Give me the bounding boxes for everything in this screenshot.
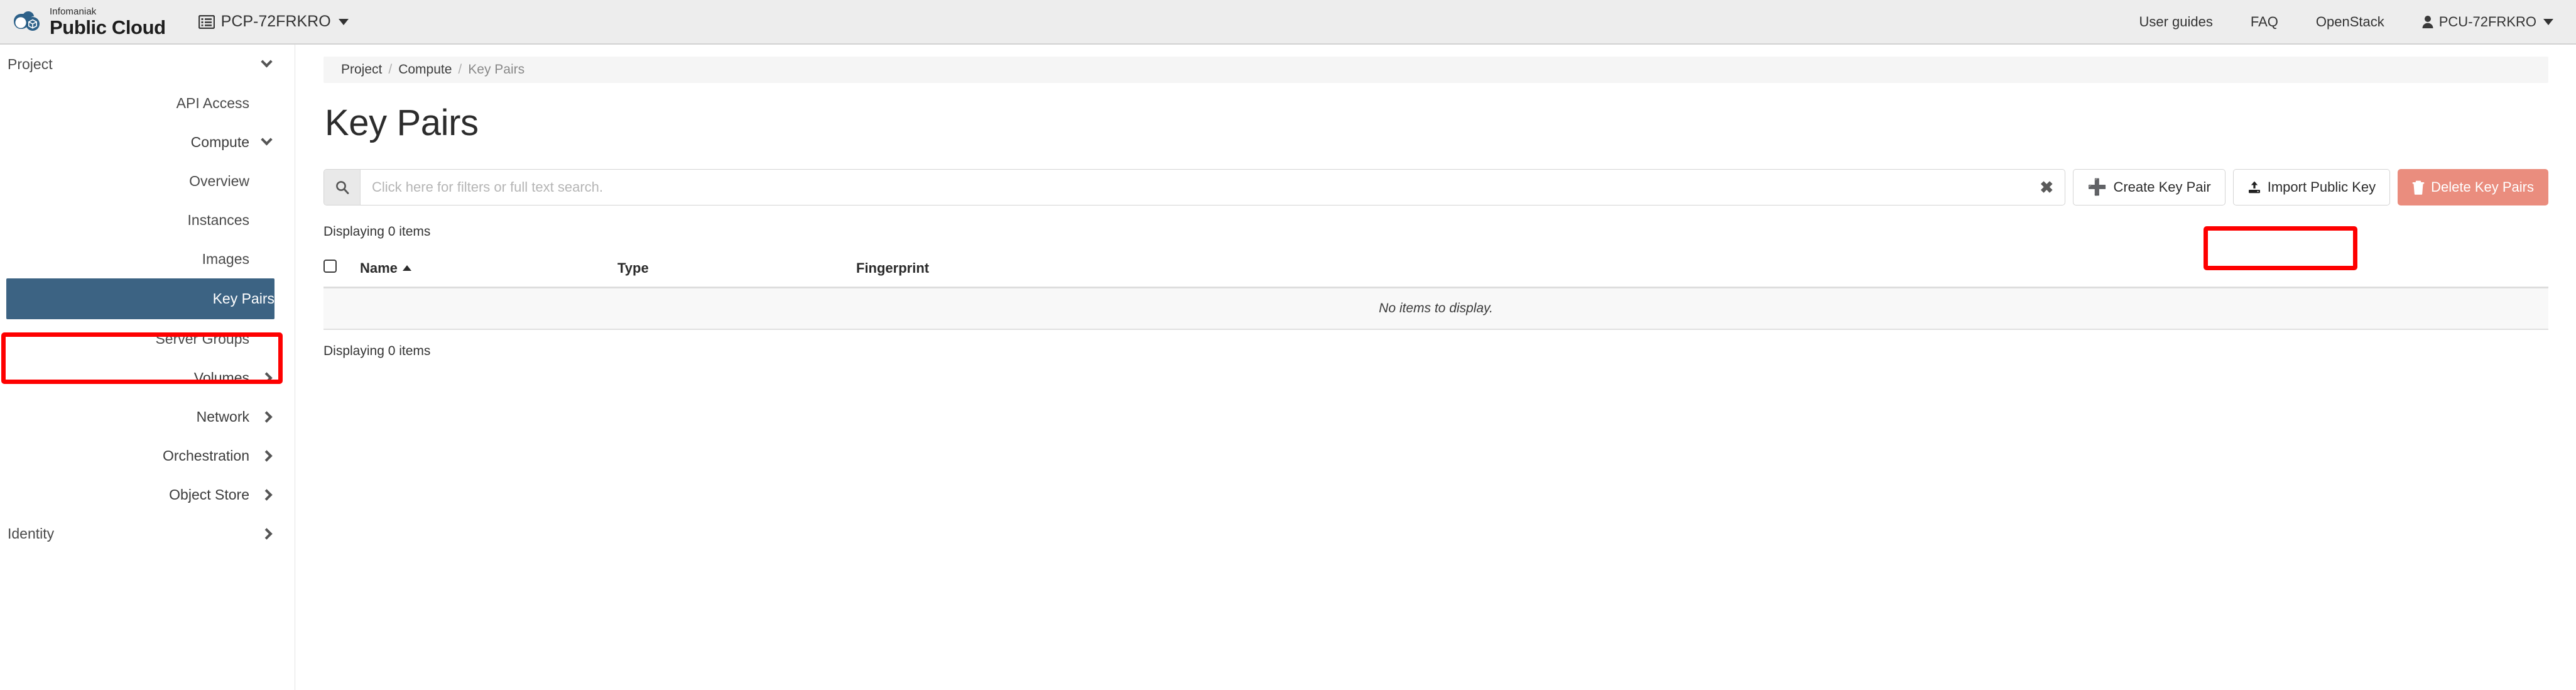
table-empty-row: No items to display. [323, 287, 2548, 330]
table-header-row: Name Type Fingerprint [323, 251, 2548, 288]
column-header-fingerprint-label: Fingerprint [856, 260, 930, 276]
chevron-right-icon [258, 410, 274, 423]
brand-superscript: Infomaniak [50, 6, 97, 17]
breadcrumb-project[interactable]: Project [341, 62, 382, 77]
project-list-icon [198, 14, 215, 29]
sidebar-item-server-groups[interactable]: Server Groups [0, 319, 295, 358]
delete-key-pairs-label: Delete Key Pairs [2431, 179, 2534, 195]
column-header-type-label: Type [617, 260, 649, 276]
infomaniak-cloud-icon [14, 11, 40, 31]
sidebar-item-overview[interactable]: Overview [0, 162, 295, 200]
search-button[interactable] [324, 170, 361, 205]
person-icon [2422, 15, 2433, 28]
brand-title: Public Cloud [50, 16, 166, 38]
sidebar-item-label: Overview [189, 172, 249, 189]
breadcrumb-current: Key Pairs [468, 62, 525, 77]
sidebar-item-label: Images [202, 250, 249, 267]
trash-icon [2412, 180, 2425, 195]
chevron-right-icon [258, 488, 274, 501]
sidebar-item-label: Key Pairs [212, 290, 274, 307]
displaying-count-top: Displaying 0 items [323, 224, 431, 239]
sidebar-item-label: Project [8, 55, 53, 72]
delete-key-pairs-button[interactable]: Delete Key Pairs [2398, 169, 2548, 205]
top-navigation: User guides FAQ OpenStack PCU-72FRKRO [2139, 14, 2576, 30]
user-menu[interactable]: PCU-72FRKRO [2422, 14, 2553, 30]
create-key-pair-button[interactable]: ➕ Create Key Pair [2073, 169, 2225, 205]
sidebar-item-label: Orchestration [162, 447, 249, 464]
sidebar-item-volumes[interactable]: Volumes [0, 358, 295, 397]
chevron-down-icon [258, 55, 274, 68]
breadcrumb: Project / Compute / Key Pairs [323, 57, 2548, 83]
sidebar-item-label: API Access [176, 94, 249, 111]
sidebar-item-object-store[interactable]: Object Store [0, 475, 295, 514]
sidebar-item-label: Server Groups [155, 330, 249, 347]
empty-message: No items to display. [323, 287, 2548, 330]
sidebar-item-label: Object Store [169, 486, 249, 503]
sidebar-item-project[interactable]: Project [0, 45, 295, 84]
project-selector[interactable]: PCP-72FRKRO [198, 13, 349, 31]
import-public-key-button[interactable]: Import Public Key [2232, 169, 2391, 205]
plus-icon: ➕ [2087, 178, 2107, 196]
sidebar-item-label: Compute [190, 133, 249, 150]
breadcrumb-compute[interactable]: Compute [398, 62, 452, 77]
column-header-name[interactable]: Name [360, 251, 617, 288]
nav-faq[interactable]: FAQ [2251, 14, 2278, 30]
select-all-header [323, 251, 360, 288]
sidebar-item-network[interactable]: Network [0, 397, 295, 436]
chevron-right-icon [258, 527, 274, 540]
upload-icon [2248, 181, 2260, 194]
sort-asc-icon [402, 265, 411, 271]
project-selector-label: PCP-72FRKRO [220, 13, 331, 30]
sidebar-item-label: Volumes [193, 369, 249, 386]
sidebar-item-key-pairs[interactable]: Key Pairs [6, 278, 274, 319]
sidebar-item-orchestration[interactable]: Orchestration [0, 436, 295, 475]
sidebar-item-identity[interactable]: Identity [0, 514, 295, 553]
chevron-down-icon [338, 18, 349, 25]
sidebar-item-instances[interactable]: Instances [0, 200, 295, 239]
chevron-down-icon [258, 133, 274, 146]
search-input[interactable] [361, 170, 2034, 205]
sidebar-item-images[interactable]: Images [0, 239, 295, 278]
column-header-type[interactable]: Type [617, 251, 856, 288]
breadcrumb-separator: / [388, 62, 393, 77]
page-title: Key Pairs [325, 102, 479, 143]
create-key-pair-label: Create Key Pair [2113, 179, 2211, 195]
displaying-count-bottom: Displaying 0 items [323, 343, 431, 358]
search-bar: ✖ [323, 169, 2066, 205]
column-header-name-label: Name [360, 260, 398, 276]
sidebar: Project API Access Compute Overview Inst… [0, 45, 295, 690]
toolbar: ✖ ➕ Create Key Pair Import Public Key De… [323, 169, 2548, 205]
nav-user-guides[interactable]: User guides [2139, 14, 2213, 30]
sidebar-item-label: Identity [8, 525, 55, 542]
key-pairs-table: Name Type Fingerprint No items to displa… [323, 251, 2548, 330]
top-header: Infomaniak Public Cloud PCP-72FRKRO User… [0, 0, 2576, 45]
search-icon [335, 181, 349, 194]
sidebar-item-label: Network [196, 408, 249, 425]
main-content: Project / Compute / Key Pairs Key Pairs … [296, 45, 2576, 690]
sidebar-item-compute[interactable]: Compute [0, 123, 295, 162]
breadcrumb-separator: / [458, 62, 462, 77]
sidebar-item-api-access[interactable]: API Access [0, 84, 295, 123]
import-public-key-label: Import Public Key [2267, 179, 2376, 195]
nav-openstack[interactable]: OpenStack [2316, 14, 2384, 30]
chevron-right-icon [258, 371, 274, 384]
brand-logo[interactable]: Infomaniak Public Cloud [0, 7, 166, 37]
select-all-checkbox[interactable] [323, 260, 337, 273]
column-header-fingerprint[interactable]: Fingerprint [856, 251, 1170, 288]
chevron-down-icon [2543, 18, 2553, 25]
sidebar-item-label: Instances [187, 211, 249, 228]
clear-search-icon[interactable]: ✖ [2033, 170, 2065, 205]
user-menu-label: PCU-72FRKRO [2438, 13, 2536, 30]
chevron-right-icon [258, 449, 274, 462]
column-header-filler [1170, 251, 2548, 288]
